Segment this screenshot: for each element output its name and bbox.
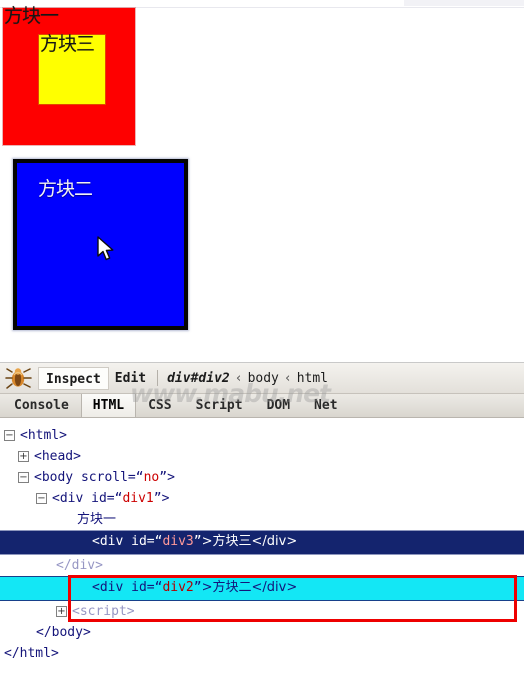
tab-script[interactable]: Script — [184, 394, 255, 417]
tree-row-attr-value: no — [143, 470, 160, 485]
tree-row-attr-value: div3 — [162, 534, 194, 549]
inspect-button[interactable]: Inspect — [38, 366, 109, 390]
tree-row-tag-close: > — [161, 491, 170, 506]
expand-twisty-icon[interactable]: + — [56, 606, 67, 617]
tab-dom[interactable]: DOM — [255, 394, 302, 417]
tree-row-attr-value: div1 — [122, 491, 154, 506]
tree-row-label: </div> — [56, 558, 103, 573]
tab-html[interactable]: HTML — [80, 394, 137, 417]
blue-box-label: 方块二 — [38, 178, 93, 200]
tree-row-script[interactable]: + <script> — [0, 601, 524, 622]
toolbar-separator — [157, 370, 159, 386]
tree-row-attr-value: div2 — [162, 580, 194, 595]
blue-box-div2: 方块二 — [13, 159, 188, 330]
tree-row-tag: <body scroll= — [34, 470, 136, 485]
tree-row-body-close[interactable]: </body> — [0, 622, 524, 643]
tree-row-label: <html> — [20, 428, 67, 443]
tab-net[interactable]: Net — [302, 394, 349, 417]
firebug-bug-icon[interactable] — [4, 366, 34, 390]
tree-row-label: 方块一 — [77, 512, 117, 527]
browser-page-render-area: 方块一 方块三 方块二 — [0, 0, 524, 362]
breadcrumb-item-body[interactable]: body — [246, 371, 281, 386]
breadcrumb: div#div2 ‹ body ‹ html — [165, 371, 330, 386]
tree-row-html-open[interactable]: − <html> — [0, 425, 524, 446]
tree-row-label: <script> — [72, 604, 135, 619]
breadcrumb-separator: ‹ — [283, 370, 292, 386]
tree-row-div2-highlighted[interactable]: <div id=“div2”>方块二</div> — [0, 576, 524, 601]
edit-button[interactable]: Edit — [109, 367, 152, 390]
tree-row-body[interactable]: − <body scroll=“no”> — [0, 467, 524, 488]
tree-row-tag-close: >方块三</div> — [201, 534, 298, 549]
window-chrome-strip-right — [404, 0, 524, 6]
collapse-twisty-icon[interactable]: − — [36, 493, 47, 504]
tree-row-tag: <div id= — [92, 580, 155, 595]
window-chrome-strip — [0, 0, 524, 8]
breadcrumb-item-div2[interactable]: div#div2 — [165, 371, 232, 386]
firebug-toolbar: Inspect Edit div#div2 ‹ body ‹ html — [0, 363, 524, 394]
breadcrumb-item-html[interactable]: html — [295, 371, 330, 386]
html-dom-tree: − <html> + <head> − <body scroll=“no”> − <di… — [0, 418, 524, 687]
tree-row-label: </html> — [4, 646, 59, 661]
expand-twisty-icon[interactable]: + — [18, 451, 29, 462]
red-box-div1: 方块一 方块三 — [3, 5, 135, 145]
tree-row-text-node[interactable]: 方块一 — [0, 509, 524, 530]
firebug-tab-bar: Console HTML CSS Script DOM Net — [0, 394, 524, 418]
tree-row-div1[interactable]: − <div id=“div1”> — [0, 488, 524, 509]
tree-row-tag: <div id= — [52, 491, 115, 506]
tree-row-html-close[interactable]: </html> — [0, 643, 524, 664]
breadcrumb-separator: ‹ — [234, 370, 243, 386]
tab-console[interactable]: Console — [2, 394, 81, 417]
tree-row-label: <head> — [34, 449, 81, 464]
collapse-twisty-icon[interactable]: − — [18, 472, 29, 483]
tree-row-tag-close: > — [167, 470, 175, 485]
yellow-box-div3: 方块三 — [39, 33, 105, 104]
yellow-box-label: 方块三 — [40, 33, 95, 55]
tree-row-label: </body> — [36, 625, 91, 640]
tree-row-div1-close[interactable]: </div> — [0, 555, 524, 576]
red-box-label: 方块一 — [4, 5, 59, 27]
tree-row-div3-selected[interactable]: <div id=“div3”>方块三</div> — [0, 530, 524, 555]
tree-row-head[interactable]: + <head> — [0, 446, 524, 467]
tree-row-tag-close: >方块二</div> — [201, 580, 298, 595]
firebug-panel: www.mabu.net Inspect Edit div#div2 ‹ bod… — [0, 362, 524, 689]
collapse-twisty-icon[interactable]: − — [4, 430, 15, 441]
tab-css[interactable]: CSS — [136, 394, 183, 417]
tree-row-tag: <div id= — [92, 534, 155, 549]
